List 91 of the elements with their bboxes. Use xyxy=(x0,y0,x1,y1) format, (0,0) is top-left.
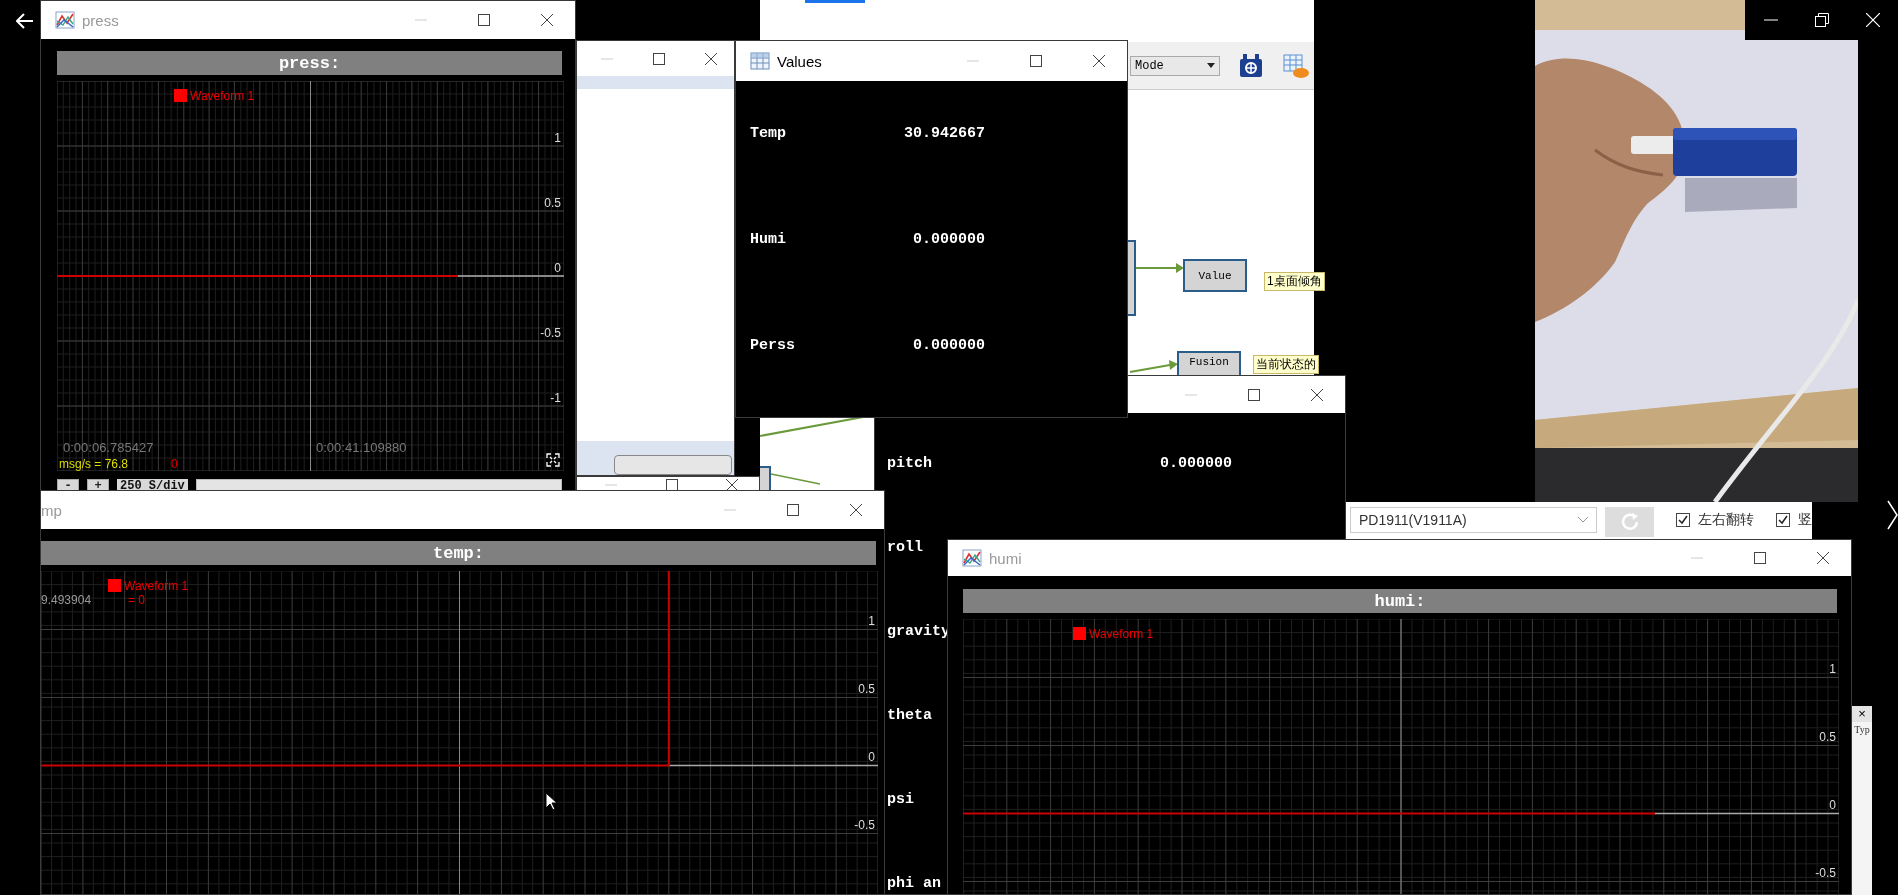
maximize-icon xyxy=(1030,55,1042,67)
close-icon xyxy=(1817,552,1829,564)
axis-tick-label: 0 xyxy=(1829,798,1836,812)
check-icon xyxy=(1677,514,1689,526)
axis-tick-label: 1 xyxy=(868,614,875,628)
legend-swatch xyxy=(108,579,121,592)
maximize-icon xyxy=(1248,388,1260,401)
value-reading: 30.942667 xyxy=(903,124,985,142)
axis-tick-label: 1 xyxy=(1829,662,1836,676)
connector xyxy=(1129,360,1178,373)
close-icon xyxy=(1093,55,1105,67)
window-title: mp xyxy=(41,501,63,519)
timestamp-label: 0:00:41.109880 xyxy=(316,441,407,455)
close-button[interactable]: × xyxy=(1852,706,1872,722)
close-icon xyxy=(541,14,553,26)
axis-tick-label: -0.5 xyxy=(1815,866,1836,880)
value-label: pitch xyxy=(887,454,933,472)
value-reading: 0.000000 xyxy=(1159,454,1232,472)
flow-node: Value xyxy=(1183,259,1247,292)
mode-dropdown[interactable]: Mode xyxy=(1130,55,1220,76)
pointer-cursor-icon xyxy=(545,792,557,811)
axis-tick-label: 0.5 xyxy=(1819,730,1836,744)
connector xyxy=(770,473,821,485)
close-icon xyxy=(850,504,862,516)
axis-tick-label: 0 xyxy=(554,261,561,275)
active-tab-indicator xyxy=(805,0,865,3)
note-label: 当前状态的 xyxy=(1253,355,1319,374)
count-label: 0 xyxy=(171,457,178,471)
scrollbar[interactable] xyxy=(195,479,562,491)
window-title: humi xyxy=(989,549,1023,567)
maximize-icon xyxy=(787,504,799,516)
connector xyxy=(1135,263,1184,273)
checkbox[interactable] xyxy=(1676,513,1690,527)
restore-icon xyxy=(1814,13,1829,27)
zoom-in-button[interactable]: + xyxy=(87,479,109,491)
checkbox-label: 竖 xyxy=(1798,511,1812,529)
robot-icon[interactable] xyxy=(1238,52,1264,79)
value-label: psi xyxy=(887,790,914,808)
legend-label: Waveform 1 xyxy=(1089,627,1154,641)
caret-icon xyxy=(1578,517,1589,523)
device-dropdown[interactable]: PD1911(V1911A) xyxy=(1350,507,1598,533)
axis-tick-label: -0.5 xyxy=(854,818,875,832)
maximize-icon xyxy=(478,14,490,26)
table-icon xyxy=(750,52,770,70)
maximize-icon xyxy=(1754,552,1766,564)
value-label: Humi xyxy=(750,230,787,248)
value-label: phi an xyxy=(887,874,941,892)
chevron-right-icon[interactable] xyxy=(1887,500,1898,530)
value-reading: 0.000000 xyxy=(912,230,985,248)
value-label: roll xyxy=(887,538,923,556)
close-icon xyxy=(1865,13,1880,27)
note-label: 1桌面倾角 xyxy=(1264,272,1325,291)
value-label: theta xyxy=(887,706,932,724)
maximize-icon xyxy=(653,52,665,65)
chart-title: temp: xyxy=(41,541,876,565)
checkbox[interactable] xyxy=(1776,513,1790,527)
close-icon xyxy=(1311,388,1323,401)
legend-swatch xyxy=(1073,627,1086,640)
chart-title: press: xyxy=(57,51,562,75)
axis-tick-label: 0.5 xyxy=(544,196,561,210)
column-label: Typ xyxy=(1854,724,1870,735)
window-title: press xyxy=(82,11,120,29)
cloud-table-icon[interactable] xyxy=(1282,52,1310,79)
axis-tick-label: -1 xyxy=(550,391,561,405)
chart-title: humi: xyxy=(963,589,1837,613)
caret-icon xyxy=(1207,63,1215,68)
timestamp-label: 0:00:06.785427 xyxy=(63,441,154,455)
axis-tick-label: 0.5 xyxy=(858,682,875,696)
value-label: gravity xyxy=(887,622,950,640)
axis-tick-label: 0 xyxy=(868,750,875,764)
check-icon xyxy=(1777,514,1789,526)
rate-label: msg/s = 76.8 xyxy=(59,457,129,471)
zoom-out-button[interactable]: - xyxy=(57,479,79,491)
chart-icon xyxy=(962,549,982,567)
axis-tick-label: -0.5 xyxy=(540,326,561,340)
legend-label: Waveform 1 xyxy=(124,579,189,593)
chart-icon xyxy=(55,11,75,29)
back-arrow-icon xyxy=(16,13,34,29)
fullscreen-icon[interactable] xyxy=(546,453,560,467)
close-icon xyxy=(705,52,718,65)
scale-field[interactable]: 250 S/div xyxy=(117,479,188,491)
legend-value: = 0 xyxy=(128,593,145,607)
checkbox-label: 左右翻转 xyxy=(1698,511,1754,529)
cursor-value: 9.493904 xyxy=(41,593,92,607)
value-reading: 0.000000 xyxy=(912,336,985,354)
value-label: Perss xyxy=(750,336,796,354)
axis-tick-label: 1 xyxy=(554,131,561,145)
legend-label: Waveform 1 xyxy=(190,89,255,103)
legend-swatch xyxy=(174,89,187,102)
value-label: Temp xyxy=(750,124,787,142)
window-title: Values xyxy=(777,52,823,70)
